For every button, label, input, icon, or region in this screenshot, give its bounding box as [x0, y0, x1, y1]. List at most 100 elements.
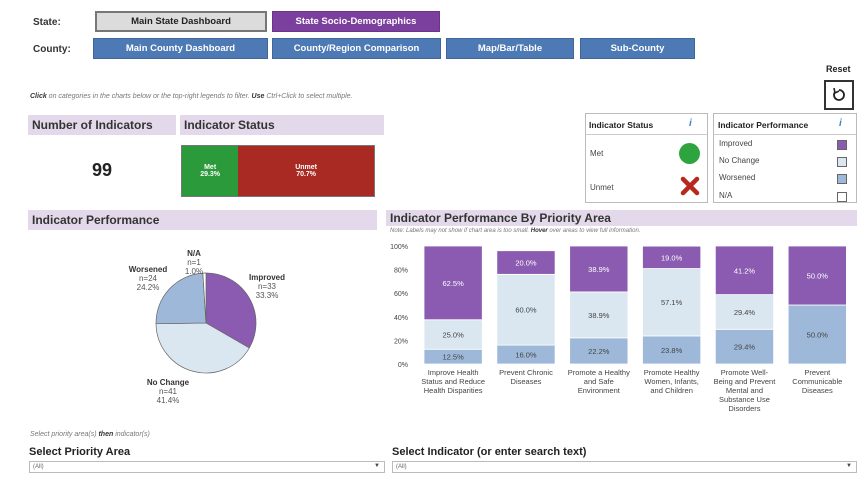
svg-text:33.3%: 33.3% [256, 291, 279, 300]
unmet-segment[interactable]: Unmet 70.7% [238, 146, 374, 196]
legend-improved-label[interactable]: Improved [719, 139, 752, 148]
indicator-value: (All) [396, 464, 407, 470]
svg-text:n=1: n=1 [187, 258, 201, 267]
legend-worsened-swatch[interactable] [837, 174, 847, 184]
performance-legend-title: Indicator Performance [718, 120, 809, 130]
performance-info-icon[interactable]: i [839, 118, 842, 129]
map-bar-table-button[interactable]: Map/Bar/Table [446, 38, 574, 59]
legend-na-swatch[interactable] [837, 192, 847, 202]
svg-text:n=33: n=33 [258, 282, 277, 291]
legend-no-change-label[interactable]: No Change [719, 156, 759, 165]
indicator-count: 99 [92, 160, 113, 180]
pie-label-no-change: No Changen=4141.4% [147, 378, 190, 405]
met-segment[interactable]: Met 29.3% [182, 146, 239, 196]
red-x-icon[interactable] [680, 176, 700, 196]
county-label: County: [33, 44, 71, 55]
bar-data-label: 62.5% [442, 279, 464, 288]
bar-data-label: 60.0% [515, 306, 537, 315]
status-info-icon[interactable]: i [689, 118, 692, 129]
category-label[interactable]: Being and Prevent [714, 377, 777, 386]
bar-data-label: 25.0% [442, 331, 464, 340]
svg-text:n=41: n=41 [159, 387, 178, 396]
met-percent: 29.3% [200, 171, 221, 178]
svg-text:Improved: Improved [249, 273, 285, 282]
state-socio-demographics-button[interactable]: State Socio-Demographics [272, 11, 440, 32]
category-label[interactable]: Women, Infants, [644, 377, 698, 386]
sub-county-button[interactable]: Sub-County [580, 38, 695, 59]
status-legend-title: Indicator Status [589, 120, 654, 130]
bar-data-label: 50.0% [807, 272, 829, 281]
category-label[interactable]: Communicable [792, 377, 842, 386]
status-legend: Indicator Status i Met Unmet [585, 113, 708, 203]
category-label[interactable]: and Safe [584, 377, 614, 386]
select-indicator-title: Select Indicator (or enter search text) [392, 446, 587, 458]
pie-slice-worsened[interactable] [155, 272, 207, 325]
indicator-status-header: Indicator Status [180, 115, 384, 135]
bar-data-label: 29.4% [734, 308, 756, 317]
category-label[interactable]: Mental and [726, 386, 763, 395]
green-circle-icon[interactable] [679, 143, 700, 164]
priority-area-header: Indicator Performance By Priority Area [386, 210, 857, 226]
bar-data-label: 20.0% [515, 259, 537, 268]
category-label[interactable]: Diseases [511, 377, 542, 386]
category-label[interactable]: Prevent Chronic [499, 368, 553, 377]
indicator-status-bar[interactable]: Met 29.3% Unmet 70.7% [181, 145, 375, 197]
reset-label: Reset [826, 64, 851, 74]
legend-na-label[interactable]: N/A [719, 191, 732, 200]
priority-area-bar-chart[interactable]: 0% 20% 40% 60% 80% 100% 12.5% 25.0% 62.5% Improve… [386, 236, 861, 424]
pie-label-worsened: Worsenedn=2424.2% [129, 265, 168, 292]
svg-text:Worsened: Worsened [129, 265, 168, 274]
category-label[interactable]: Promote Healthy [644, 368, 700, 377]
category-label[interactable]: Diseases [802, 386, 833, 395]
indicator-select[interactable]: (All) ▼ [392, 461, 857, 473]
svg-text:41.4%: 41.4% [157, 396, 180, 405]
dropdown-arrow-icon: ▼ [846, 463, 852, 469]
unmet-percent: 70.7% [296, 171, 317, 178]
filter-hint: Click on categories in the charts below … [30, 93, 353, 100]
state-label: State: [33, 17, 61, 28]
svg-text:1.0%: 1.0% [185, 267, 203, 276]
svg-text:n=24: n=24 [139, 274, 158, 283]
priority-area-value: (All) [33, 464, 44, 470]
bar-data-label: 38.9% [588, 265, 610, 274]
bar-data-label: 23.8% [661, 346, 683, 355]
performance-legend: Indicator Performance i Improved No Chan… [713, 113, 857, 203]
pie-label-n-a: N/An=11.0% [185, 249, 203, 276]
select-priority-area-title: Select Priority Area [29, 446, 131, 458]
category-label[interactable]: Improve Health [428, 368, 479, 377]
category-label[interactable]: Disorders [728, 404, 760, 413]
bar-data-label: 12.5% [442, 353, 464, 362]
pie-label-improved: Improvedn=3333.3% [249, 273, 285, 300]
met-label: Met [204, 164, 217, 171]
main-state-dashboard-button[interactable]: Main State Dashboard [95, 11, 267, 32]
category-label[interactable]: Status and Reduce [421, 377, 485, 386]
bar-data-label: 22.2% [588, 347, 610, 356]
category-label[interactable]: Environment [578, 386, 621, 395]
category-label[interactable]: and Children [650, 386, 693, 395]
performance-pie-chart[interactable]: Improvedn=3333.3% No Changen=4141.4% Worse… [28, 232, 377, 422]
legend-unmet-label[interactable]: Unmet [590, 183, 614, 192]
county-region-comparison-button[interactable]: County/Region Comparison [272, 38, 441, 59]
legend-no-change-swatch[interactable] [837, 157, 847, 167]
y-tick-label: 40% [394, 315, 408, 322]
svg-text:No Change: No Change [147, 378, 190, 387]
legend-worsened-label[interactable]: Worsened [719, 173, 755, 182]
bar-data-label: 57.1% [661, 298, 683, 307]
priority-area-select[interactable]: (All) ▼ [29, 461, 385, 473]
category-label[interactable]: Health Disparities [424, 386, 483, 395]
legend-improved-swatch[interactable] [837, 140, 847, 150]
category-label[interactable]: Prevent [804, 368, 831, 377]
category-label[interactable]: Promote Well- [721, 368, 769, 377]
bar-data-label: 29.4% [734, 343, 756, 352]
indicator-performance-header: Indicator Performance [28, 210, 377, 230]
y-tick-label: 0% [398, 362, 408, 369]
filters-hint: Select priority area(s) then indicator(s… [30, 431, 150, 438]
bar-data-label: 38.9% [588, 311, 610, 320]
legend-met-label[interactable]: Met [590, 149, 603, 158]
svg-text:24.2%: 24.2% [137, 283, 160, 292]
reset-button[interactable] [824, 80, 854, 110]
bar-data-label: 16.0% [515, 351, 537, 360]
category-label[interactable]: Promote a Healthy [568, 368, 630, 377]
category-label[interactable]: Substance Use [719, 395, 770, 404]
main-county-dashboard-button[interactable]: Main County Dashboard [93, 38, 268, 59]
